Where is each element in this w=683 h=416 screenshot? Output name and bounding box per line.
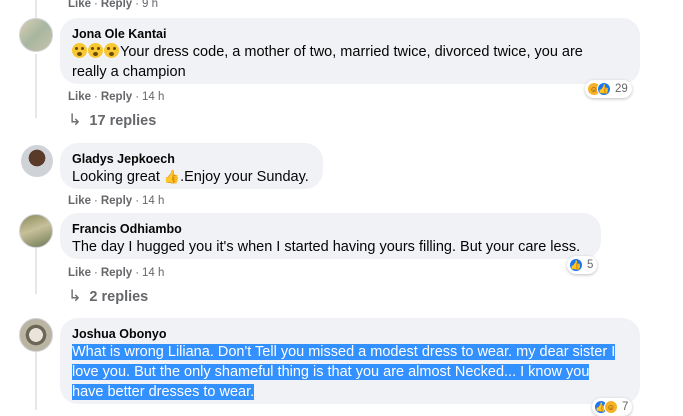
selected-text-line: What is wrong Liliana. Don't Tell you mi… xyxy=(72,344,616,360)
comment-author[interactable]: Joshua Obonyo xyxy=(72,326,628,342)
flushed-face-icon xyxy=(88,43,103,58)
reply-arrow-icon: ↳ xyxy=(68,112,82,129)
comment-text: Your dress code, a mother of two, marrie… xyxy=(72,42,628,82)
avatar[interactable] xyxy=(19,214,53,248)
thread-line xyxy=(35,352,37,410)
timestamp[interactable]: 9 h xyxy=(142,0,158,10)
reaction-count: 7 xyxy=(622,401,629,413)
comment-author[interactable]: Francis Odhiambo xyxy=(72,221,589,237)
comment-actions: Like · Reply · 14 h xyxy=(68,91,165,103)
flushed-face-icon xyxy=(72,43,87,58)
thread-line xyxy=(35,54,37,118)
comment-author[interactable]: Gladys Jepkoech xyxy=(72,151,311,167)
view-replies-button[interactable]: ↳ 2 replies xyxy=(68,288,148,306)
thread-line xyxy=(35,0,37,18)
timestamp[interactable]: 14 h xyxy=(142,91,164,103)
comment-bubble: Joshua Obonyo What is wrong Liliana. Don… xyxy=(60,318,640,404)
thumbs-up-emoji-icon: 👍 xyxy=(163,169,181,184)
comment-text: What is wrong Liliana. Don't Tell you mi… xyxy=(72,342,628,402)
selected-text-line: have better dresses to wear. xyxy=(72,384,255,400)
view-replies-button[interactable]: ↳ 17 replies xyxy=(68,112,156,130)
comment-actions: Like · Reply · 14 h xyxy=(68,267,165,279)
comment-bubble: Gladys Jepkoech Looking great 👍.Enjoy yo… xyxy=(60,143,323,189)
avatar[interactable] xyxy=(21,145,53,177)
reaction-count: 29 xyxy=(615,83,628,95)
reaction-summary[interactable]: 👍 ☺ 7 xyxy=(592,398,633,416)
avatar[interactable] xyxy=(19,318,53,352)
comment-text-line: Your dress code, a mother of two, marrie… xyxy=(120,44,583,60)
comment-text-part: Looking great xyxy=(72,169,164,185)
comment-actions: Like · Reply · 9 h xyxy=(68,0,159,10)
flushed-face-icon xyxy=(104,43,119,58)
like-icon: 👍 xyxy=(569,258,583,272)
reply-link[interactable]: Reply xyxy=(101,0,132,10)
comment-text: Looking great 👍.Enjoy your Sunday. xyxy=(72,167,311,187)
reaction-count: 5 xyxy=(587,259,594,271)
haha-icon: ☺ xyxy=(604,400,618,414)
reply-link[interactable]: Reply xyxy=(101,91,132,103)
comment-bubble: Francis Odhiambo The day I hugged you it… xyxy=(60,213,601,259)
reaction-summary[interactable]: ☺ 👍 29 xyxy=(585,80,632,98)
avatar[interactable] xyxy=(19,18,53,52)
reply-link[interactable]: Reply xyxy=(101,267,132,279)
replies-count: 2 replies xyxy=(89,289,149,305)
like-link[interactable]: Like xyxy=(68,195,91,207)
timestamp[interactable]: 14 h xyxy=(142,195,164,207)
selected-text-line: love you. But the only shameful thing is… xyxy=(72,364,590,380)
like-link[interactable]: Like xyxy=(68,91,91,103)
comment-author[interactable]: Jona Ole Kantai xyxy=(72,26,628,42)
timestamp[interactable]: 14 h xyxy=(142,267,164,279)
comment-text-part: .Enjoy your Sunday. xyxy=(180,169,309,185)
like-link[interactable]: Like xyxy=(68,267,91,279)
reply-arrow-icon: ↳ xyxy=(68,288,82,305)
thread-line xyxy=(35,248,37,294)
replies-count: 17 replies xyxy=(89,113,157,129)
like-link[interactable]: Like xyxy=(68,0,91,10)
like-icon: 👍 xyxy=(597,82,611,96)
comment-bubble: Jona Ole Kantai Your dress code, a mothe… xyxy=(60,18,640,84)
comment-text: The day I hugged you it's when I started… xyxy=(72,239,581,255)
comment-actions: Like · Reply · 14 h xyxy=(68,195,165,207)
reply-link[interactable]: Reply xyxy=(101,195,132,207)
reaction-summary[interactable]: 👍 5 xyxy=(567,256,598,274)
comment-text-line: really a champion xyxy=(72,64,186,80)
